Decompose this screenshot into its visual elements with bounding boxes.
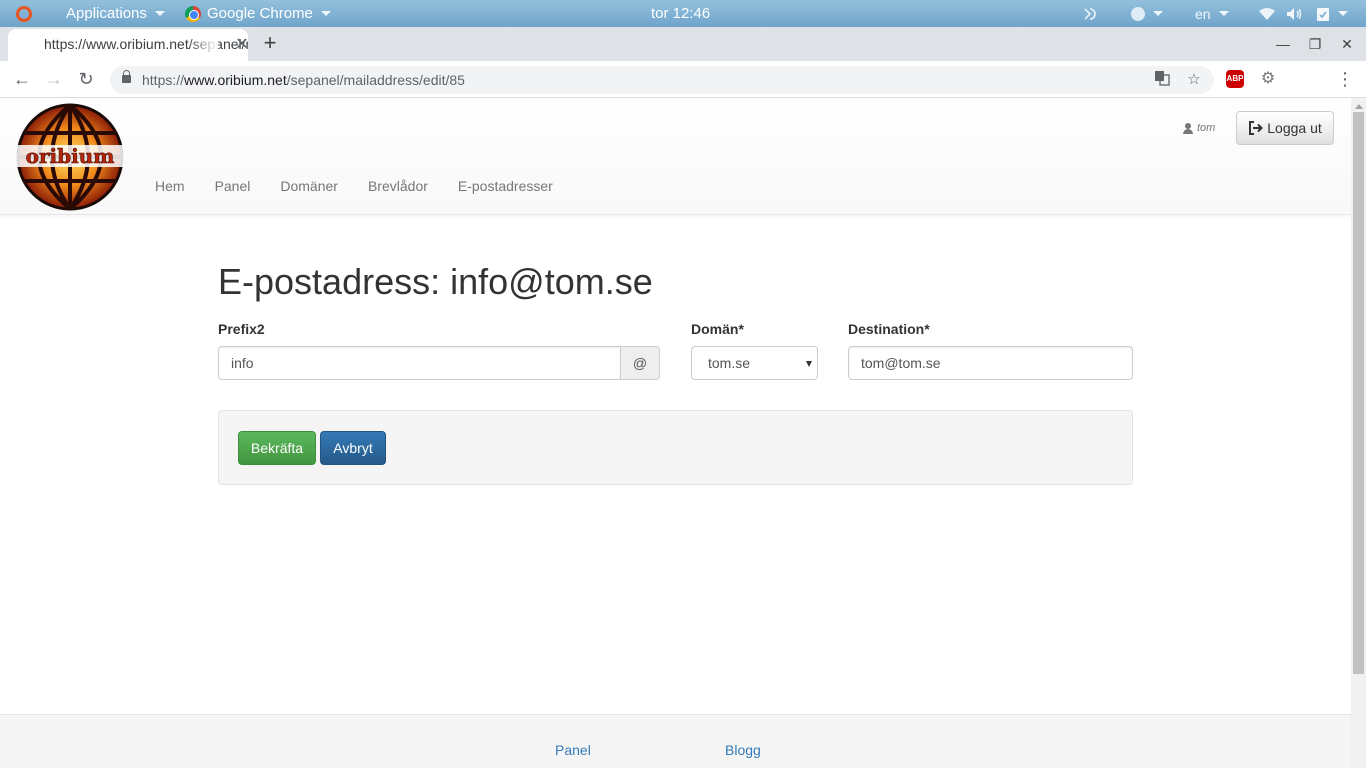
- browser-toolbar: ← → ↻ https://www.oribium.net/sepanel/ma…: [0, 61, 1366, 98]
- domain-selected-value: tom.se: [708, 355, 751, 371]
- page-scrollbar[interactable]: [1351, 98, 1366, 768]
- user-icon: [1183, 122, 1193, 134]
- footer-link-panel[interactable]: Panel: [555, 742, 591, 758]
- destination-input[interactable]: tom@tom.se: [848, 346, 1133, 380]
- forward-arrow-icon[interactable]: →: [42, 67, 66, 91]
- nav-link-panel[interactable]: Panel: [200, 168, 266, 204]
- browser-tab[interactable]: https://www.oribium.net/sepanel/mailaddr…: [8, 29, 248, 61]
- system-top-bar: Applications Google Chrome tor 12:46 en: [0, 0, 1366, 27]
- address-bar[interactable]: https://www.oribium.net/sepanel/mailaddr…: [110, 66, 1214, 94]
- logout-button[interactable]: Logga ut: [1236, 111, 1334, 145]
- nav-link-e-postadresser[interactable]: E-postadresser: [443, 168, 568, 204]
- form-actions: Bekräfta Avbryt: [218, 410, 1133, 485]
- clock[interactable]: tor 12:46: [651, 0, 710, 27]
- web-page: oribium Hem Panel Domäner Brevlådor E-po…: [0, 98, 1351, 768]
- domain-label: Domän*: [691, 321, 744, 337]
- username: tom: [1197, 122, 1216, 134]
- power-menu[interactable]: [1316, 0, 1348, 27]
- logout-label: Logga ut: [1267, 120, 1322, 136]
- chevron-down-icon: [806, 361, 812, 367]
- bookmark-star-icon[interactable]: ☆: [1184, 70, 1204, 90]
- language-menu[interactable]: en: [1195, 0, 1229, 27]
- scroll-up-icon[interactable]: [1355, 104, 1363, 109]
- reload-icon[interactable]: ↻: [74, 67, 98, 91]
- chrome-icon: [185, 5, 201, 22]
- at-addon: @: [620, 346, 660, 380]
- battery-icon: [1317, 7, 1329, 21]
- logout-icon: [1249, 121, 1264, 135]
- svg-text:oribium: oribium: [26, 144, 115, 168]
- url-text: https://www.oribium.net/sepanel/mailaddr…: [142, 72, 465, 88]
- nav-link-hem[interactable]: Hem: [140, 168, 200, 204]
- extension-gear-icon[interactable]: ⚙: [1258, 69, 1278, 89]
- chevron-down-icon: [154, 11, 165, 16]
- footer-link-blogg[interactable]: Blogg: [725, 742, 761, 758]
- new-tab-button[interactable]: +: [258, 32, 282, 56]
- close-window-icon[interactable]: ✕: [1335, 32, 1359, 56]
- ubuntu-logo-icon[interactable]: [16, 0, 32, 27]
- accessibility-icon: [1131, 6, 1145, 21]
- prefix-input[interactable]: info: [218, 346, 621, 380]
- wifi-icon[interactable]: [1258, 0, 1276, 27]
- chevron-down-icon: [320, 11, 331, 16]
- site-footer: Panel Blogg: [0, 714, 1351, 768]
- applications-menu[interactable]: Applications: [66, 0, 165, 27]
- main-nav: Hem Panel Domäner Brevlådor E-postadress…: [140, 168, 568, 204]
- oribium-logo[interactable]: oribium: [14, 103, 126, 211]
- current-user: tom: [1183, 122, 1215, 134]
- prefix-label: Prefix2: [218, 321, 265, 337]
- lock-icon: [122, 70, 131, 83]
- close-tab-icon[interactable]: ✕: [232, 35, 248, 55]
- applications-menu-label: Applications: [66, 4, 147, 22]
- language-label: en: [1195, 5, 1211, 22]
- indicator-icon[interactable]: [1082, 0, 1100, 27]
- nav-link-domaner[interactable]: Domäner: [265, 168, 353, 204]
- cancel-button[interactable]: Avbryt: [320, 431, 386, 465]
- volume-icon[interactable]: [1286, 0, 1304, 27]
- chevron-down-icon: [1218, 11, 1229, 16]
- site-navbar: oribium Hem Panel Domäner Brevlådor E-po…: [0, 98, 1351, 215]
- scrollbar-thumb[interactable]: [1353, 112, 1364, 674]
- confirm-button[interactable]: Bekräfta: [238, 431, 316, 465]
- domain-select[interactable]: tom.se: [691, 346, 818, 380]
- browser-menu-icon[interactable]: ⋮: [1336, 67, 1354, 91]
- accessibility-menu[interactable]: [1131, 0, 1163, 27]
- minimize-icon[interactable]: —: [1271, 32, 1295, 56]
- chevron-down-icon: [1153, 11, 1163, 16]
- translate-icon[interactable]: [1152, 70, 1172, 90]
- nav-link-brevlador[interactable]: Brevlådor: [353, 168, 443, 204]
- page-title: E-postadress: info@tom.se: [218, 261, 653, 302]
- browser-tab-strip: https://www.oribium.net/sepanel/mailaddr…: [0, 27, 1366, 61]
- adblock-icon[interactable]: ABP: [1226, 70, 1244, 88]
- restore-icon[interactable]: ❐: [1303, 32, 1327, 56]
- active-app-label: Google Chrome: [207, 4, 313, 22]
- back-arrow-icon[interactable]: ←: [10, 67, 34, 91]
- active-app-menu[interactable]: Google Chrome: [185, 0, 331, 27]
- chevron-down-icon: [1338, 11, 1348, 16]
- destination-label: Destination*: [848, 321, 930, 337]
